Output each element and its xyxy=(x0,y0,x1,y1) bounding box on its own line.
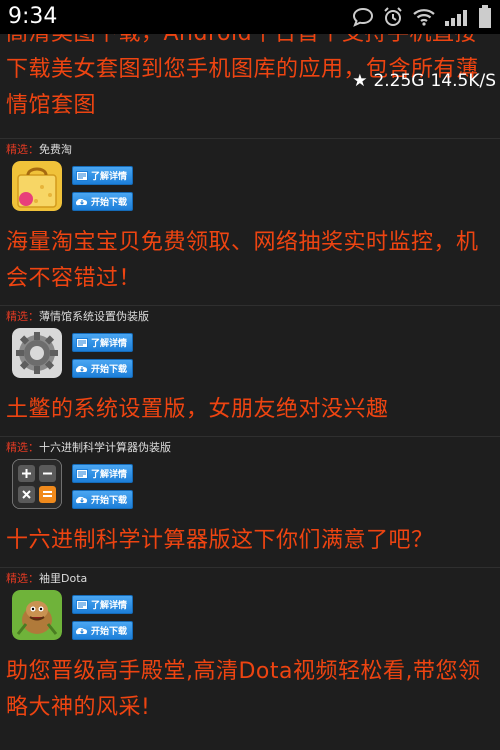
signal-strength-icon xyxy=(444,7,470,27)
app-header: 精选：免费淘 xyxy=(0,139,500,161)
learn-more-button[interactable]: 了解详情 xyxy=(72,166,133,185)
status-icons xyxy=(352,4,492,30)
app-row: 了解详情 开始下载 xyxy=(0,459,500,521)
tag-separator: ： xyxy=(28,441,39,454)
details-icon xyxy=(76,170,88,181)
download-label: 开始下载 xyxy=(91,198,128,208)
details-icon xyxy=(76,468,88,479)
learn-more-button[interactable]: 了解详情 xyxy=(72,333,133,352)
tag-separator: ： xyxy=(28,143,39,156)
download-icon xyxy=(75,364,88,374)
alarm-clock-icon xyxy=(382,6,404,28)
learn-more-label: 了解详情 xyxy=(91,339,128,349)
description-text: 海量淘宝宝贝免费领取、网络抽奖实时监控，机会不容错过！ xyxy=(6,230,479,291)
status-bar: 9:34 xyxy=(0,0,500,34)
download-label: 开始下载 xyxy=(91,496,128,506)
tag-separator: ： xyxy=(28,572,39,585)
app-item: 精选：十六进制科学计算器伪装版 了解详情 开始下载 十六进制科学计算器版这下你们… xyxy=(0,437,500,568)
featured-tag: 精选 xyxy=(6,572,28,585)
tag-separator: ： xyxy=(28,310,39,323)
app-header: 精选：薄情馆系统设置伪装版 xyxy=(0,306,500,328)
app-item: 精选：袖里Dota 了解详情 开始下载 助您晋级高手殿堂,高清Dota视频轻松看… xyxy=(0,568,500,734)
app-row: 了解详情 开始下载 xyxy=(0,161,500,223)
featured-tag: 精选 xyxy=(6,143,28,156)
app-item: 精选：薄情馆系统设置伪装版 了解详情 开始下载 土鳖的系统设置版，女朋友绝对没兴… xyxy=(0,306,500,437)
download-button[interactable]: 开始下载 xyxy=(72,490,133,509)
chat-bubble-icon xyxy=(352,7,374,27)
app-name[interactable]: 十六进制科学计算器伪装版 xyxy=(39,441,171,454)
description-text: 助您晋级高手殿堂,高清Dota视频轻松看,带您领略大神的风采! xyxy=(6,659,481,720)
app-name[interactable]: 免费淘 xyxy=(39,143,72,156)
app-row: 了解详情 开始下载 xyxy=(0,328,500,390)
learn-more-label: 了解详情 xyxy=(91,470,128,480)
app-description: 十六进制科学计算器版这下你们满意了吧？ xyxy=(0,521,500,567)
download-button[interactable]: 开始下载 xyxy=(72,192,133,211)
details-icon xyxy=(76,599,88,610)
download-icon xyxy=(75,626,88,636)
app-item: 精选：免费淘 了解详情 开始下载 海量淘宝宝贝免费领取、网络抽奖实时监控，机会不… xyxy=(0,139,500,306)
app-name[interactable]: 薄情馆系统设置伪装版 xyxy=(39,310,149,323)
app-name[interactable]: 袖里Dota xyxy=(39,572,87,585)
learn-more-button[interactable]: 了解详情 xyxy=(72,595,133,614)
featured-tag: 精选 xyxy=(6,441,28,454)
battery-icon xyxy=(478,5,492,29)
clock: 9:34 xyxy=(8,4,58,29)
star-icon: ★ xyxy=(352,71,368,91)
learn-more-button[interactable]: 了解详情 xyxy=(72,464,133,483)
description-text: 十六进制科学计算器版这下你们满意了吧？ xyxy=(6,528,434,553)
download-label: 开始下载 xyxy=(91,365,128,375)
download-icon xyxy=(75,495,88,505)
app-description: 海量淘宝宝贝免费领取、网络抽奖实时监控，机会不容错过！ xyxy=(0,223,500,305)
learn-more-label: 了解详情 xyxy=(91,172,128,182)
app-header: 精选：袖里Dota xyxy=(0,568,500,590)
download-label: 开始下载 xyxy=(91,627,128,637)
description-text: 土鳖的系统设置版，女朋友绝对没兴趣 xyxy=(6,397,389,422)
app-description: 助您晋级高手殿堂,高清Dota视频轻松看,带您领略大神的风采! xyxy=(0,652,500,734)
gear-icon[interactable] xyxy=(12,328,62,378)
calculator-icon[interactable] xyxy=(12,459,62,509)
network-type: 2.25G xyxy=(373,71,425,91)
download-button[interactable]: 开始下载 xyxy=(72,621,133,640)
app-header: 精选：十六进制科学计算器伪装版 xyxy=(0,437,500,459)
app-list-page: 高清美图下载，Android平台首个支持手机直接下载美女套图到您手机图库的应用，… xyxy=(0,34,500,750)
download-button[interactable]: 开始下载 xyxy=(72,359,133,378)
network-speed-overlay: ★ 2.25G 14.5K/S xyxy=(352,71,496,91)
wifi-icon xyxy=(412,7,436,27)
featured-tag: 精选 xyxy=(6,310,28,323)
learn-more-label: 了解详情 xyxy=(91,601,128,611)
app-description: 土鳖的系统设置版，女朋友绝对没兴趣 xyxy=(0,390,500,436)
app-row: 了解详情 开始下载 xyxy=(0,590,500,652)
download-icon xyxy=(75,197,88,207)
details-icon xyxy=(76,337,88,348)
network-speed: 14.5K/S xyxy=(430,71,496,91)
shopping-bag-icon[interactable] xyxy=(12,161,62,211)
dota-hero-icon[interactable] xyxy=(12,590,62,640)
